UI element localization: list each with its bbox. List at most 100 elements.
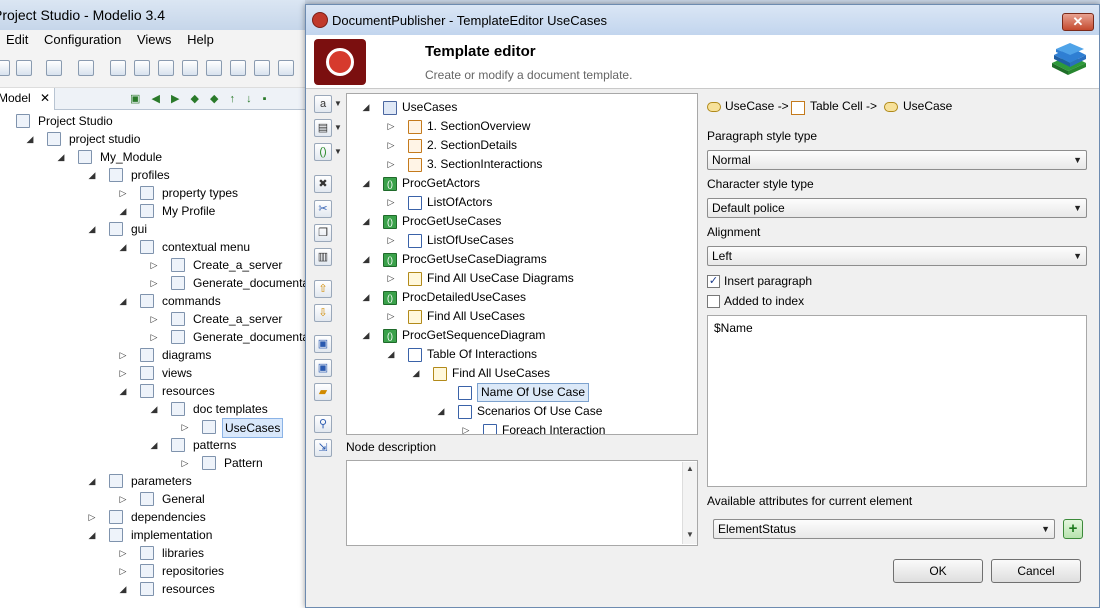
template-tree-row[interactable]: ▷ ListOfUseCases [347, 231, 697, 250]
model-view-toolbar[interactable]: ▣ ◀ ▶ ◆ ◆ ↑ ↓ ▪ [130, 92, 300, 106]
save-as-icon[interactable]: ▣ [314, 359, 332, 377]
expand-arrow-icon[interactable]: ▷ [118, 544, 128, 562]
add-element-icon[interactable]: ▤ [314, 119, 332, 137]
template-tree-row[interactable]: ▷ Find All UseCases [347, 307, 697, 326]
move-down-icon[interactable]: ⇩ [314, 304, 332, 322]
expand-arrow-icon[interactable]: ▷ [87, 508, 97, 526]
model-tree-row[interactable]: ◢ My_Module [0, 148, 305, 166]
template-tree-row[interactable]: ◢ UseCases [347, 98, 697, 117]
model-tree-row[interactable]: ▷ views [0, 364, 305, 382]
close-button[interactable]: ✕ [1062, 13, 1094, 31]
diagram-icon-1[interactable] [110, 60, 126, 76]
expand-arrow-icon[interactable]: ▷ [149, 310, 159, 328]
collapse-arrow-icon[interactable]: ◢ [361, 174, 371, 193]
node-description-scrollbar[interactable]: ▲ ▼ [682, 462, 697, 544]
model-tree-row[interactable]: ▷ Create_a_server [0, 256, 305, 274]
add-text-icon[interactable]: a [314, 95, 332, 113]
open-folder-icon[interactable]: ▰ [314, 383, 332, 401]
template-tree-row[interactable]: ◢ () ProcGetSequenceDiagram [347, 326, 697, 345]
collapse-arrow-icon[interactable]: ◢ [87, 472, 97, 490]
model-tree-row[interactable]: ◢ resources [0, 382, 305, 400]
added-to-index-checkbox[interactable] [707, 295, 720, 308]
add-text-dropdown-icon[interactable]: ▼ [334, 99, 342, 108]
collapse-arrow-icon[interactable]: ◢ [118, 238, 128, 256]
model-tree-row[interactable]: ▷ General [0, 490, 305, 508]
add-attribute-button[interactable]: + [1063, 519, 1083, 539]
template-tree-row[interactable]: ◢ () ProcDetailedUseCases [347, 288, 697, 307]
expand-arrow-icon[interactable]: ▷ [386, 155, 396, 174]
diagram-icon-3[interactable] [158, 60, 174, 76]
model-tree-row[interactable]: ◢ project studio [0, 130, 305, 148]
model-tree-row[interactable]: ◢ implementation [0, 526, 305, 544]
tools-icon[interactable] [46, 60, 62, 76]
collapse-arrow-icon[interactable]: ◢ [411, 364, 421, 383]
export-icon[interactable]: ⇲ [314, 439, 332, 457]
save-icon[interactable]: ▣ [314, 335, 332, 353]
available-attributes-select[interactable]: ElementStatus ▼ [713, 519, 1055, 539]
template-tree-row[interactable]: ▷ Foreach Interaction [347, 421, 697, 434]
expand-arrow-icon[interactable]: ▷ [118, 184, 128, 202]
menu-help[interactable]: Help [181, 30, 220, 47]
model-tree-row[interactable]: ▷ UseCases [0, 418, 305, 438]
template-tree-row[interactable]: ▷ Find All UseCase Diagrams [347, 269, 697, 288]
model-tree-row[interactable]: ◢ gui [0, 220, 305, 238]
collapse-arrow-icon[interactable]: ◢ [87, 220, 97, 238]
collapse-arrow-icon[interactable]: ◢ [56, 148, 66, 166]
template-tree-row[interactable]: ▷ 2. SectionDetails [347, 136, 697, 155]
redo-icon[interactable] [16, 60, 32, 76]
expand-arrow-icon[interactable]: ▷ [180, 454, 190, 472]
lightbulb-icon[interactable] [78, 60, 94, 76]
move-up-icon[interactable]: ⇧ [314, 280, 332, 298]
collapse-arrow-icon[interactable]: ◢ [361, 288, 371, 307]
model-tree-row[interactable]: ▷ diagrams [0, 346, 305, 364]
node-description-field[interactable]: ▲ ▼ [346, 460, 698, 546]
expand-arrow-icon[interactable]: ▷ [180, 418, 190, 436]
model-tree-row[interactable]: ▷ Create_a_server [0, 310, 305, 328]
expand-arrow-icon[interactable]: ▷ [386, 193, 396, 212]
expand-arrow-icon[interactable]: ▷ [386, 231, 396, 250]
collapse-arrow-icon[interactable]: ◢ [361, 250, 371, 269]
model-tree-row[interactable]: ▷ dependencies [0, 508, 305, 526]
expand-arrow-icon[interactable]: ▷ [149, 274, 159, 292]
model-tree-row[interactable]: ▷ Generate_documentation [0, 328, 305, 346]
model-tree-row[interactable]: ◢ parameters [0, 472, 305, 490]
scroll-down-icon[interactable]: ▼ [686, 530, 694, 539]
collapse-arrow-icon[interactable]: ◢ [25, 130, 35, 148]
paragraph-style-select[interactable]: Normal ▼ [707, 150, 1087, 170]
diagram-icon-7[interactable] [254, 60, 270, 76]
value-text-area[interactable]: $Name [707, 315, 1087, 487]
model-tree-row[interactable]: ▷ repositories [0, 562, 305, 580]
character-style-select[interactable]: Default police ▼ [707, 198, 1087, 218]
template-tree-row[interactable]: ◢ Table Of Interactions [347, 345, 697, 364]
model-tree-row[interactable]: ◢ resources [0, 580, 305, 598]
collapse-arrow-icon[interactable]: ◢ [118, 382, 128, 400]
expand-arrow-icon[interactable]: ▷ [149, 256, 159, 274]
collapse-arrow-icon[interactable]: ◢ [118, 580, 128, 598]
expand-arrow-icon[interactable]: ▷ [118, 346, 128, 364]
add-procedure-dropdown-icon[interactable]: ▼ [334, 147, 342, 156]
expand-arrow-icon[interactable]: ▷ [118, 562, 128, 580]
menu-views[interactable]: Views [131, 30, 177, 47]
model-tree-row[interactable]: Project Studio [0, 112, 305, 130]
add-element-dropdown-icon[interactable]: ▼ [334, 123, 342, 132]
expand-arrow-icon[interactable]: ▷ [386, 136, 396, 155]
template-tree-row[interactable]: ▷ ListOfActors [347, 193, 697, 212]
paste-icon[interactable]: ▥ [314, 248, 332, 266]
close-tab-icon[interactable]: ✕ [40, 91, 50, 105]
expand-arrow-icon[interactable]: ▷ [461, 421, 471, 434]
collapse-arrow-icon[interactable]: ◢ [361, 326, 371, 345]
model-tree-row[interactable]: ▷ libraries [0, 544, 305, 562]
collapse-arrow-icon[interactable]: ◢ [149, 400, 159, 418]
model-tree-row[interactable]: ▷ property types [0, 184, 305, 202]
model-tree-row[interactable]: ▷ Pattern [0, 454, 305, 472]
diagram-icon-6[interactable] [230, 60, 246, 76]
undo-icon[interactable] [0, 60, 10, 76]
expand-arrow-icon[interactable]: ▷ [118, 364, 128, 382]
diagram-icon-4[interactable] [182, 60, 198, 76]
menu-configuration[interactable]: Configuration [38, 30, 127, 47]
collapse-arrow-icon[interactable]: ◢ [87, 166, 97, 184]
model-tree-row[interactable]: ◢ profiles [0, 166, 305, 184]
template-tree-row[interactable]: ◢ () ProcGetUseCases [347, 212, 697, 231]
collapse-arrow-icon[interactable]: ◢ [118, 202, 128, 220]
collapse-arrow-icon[interactable]: ◢ [386, 345, 396, 364]
